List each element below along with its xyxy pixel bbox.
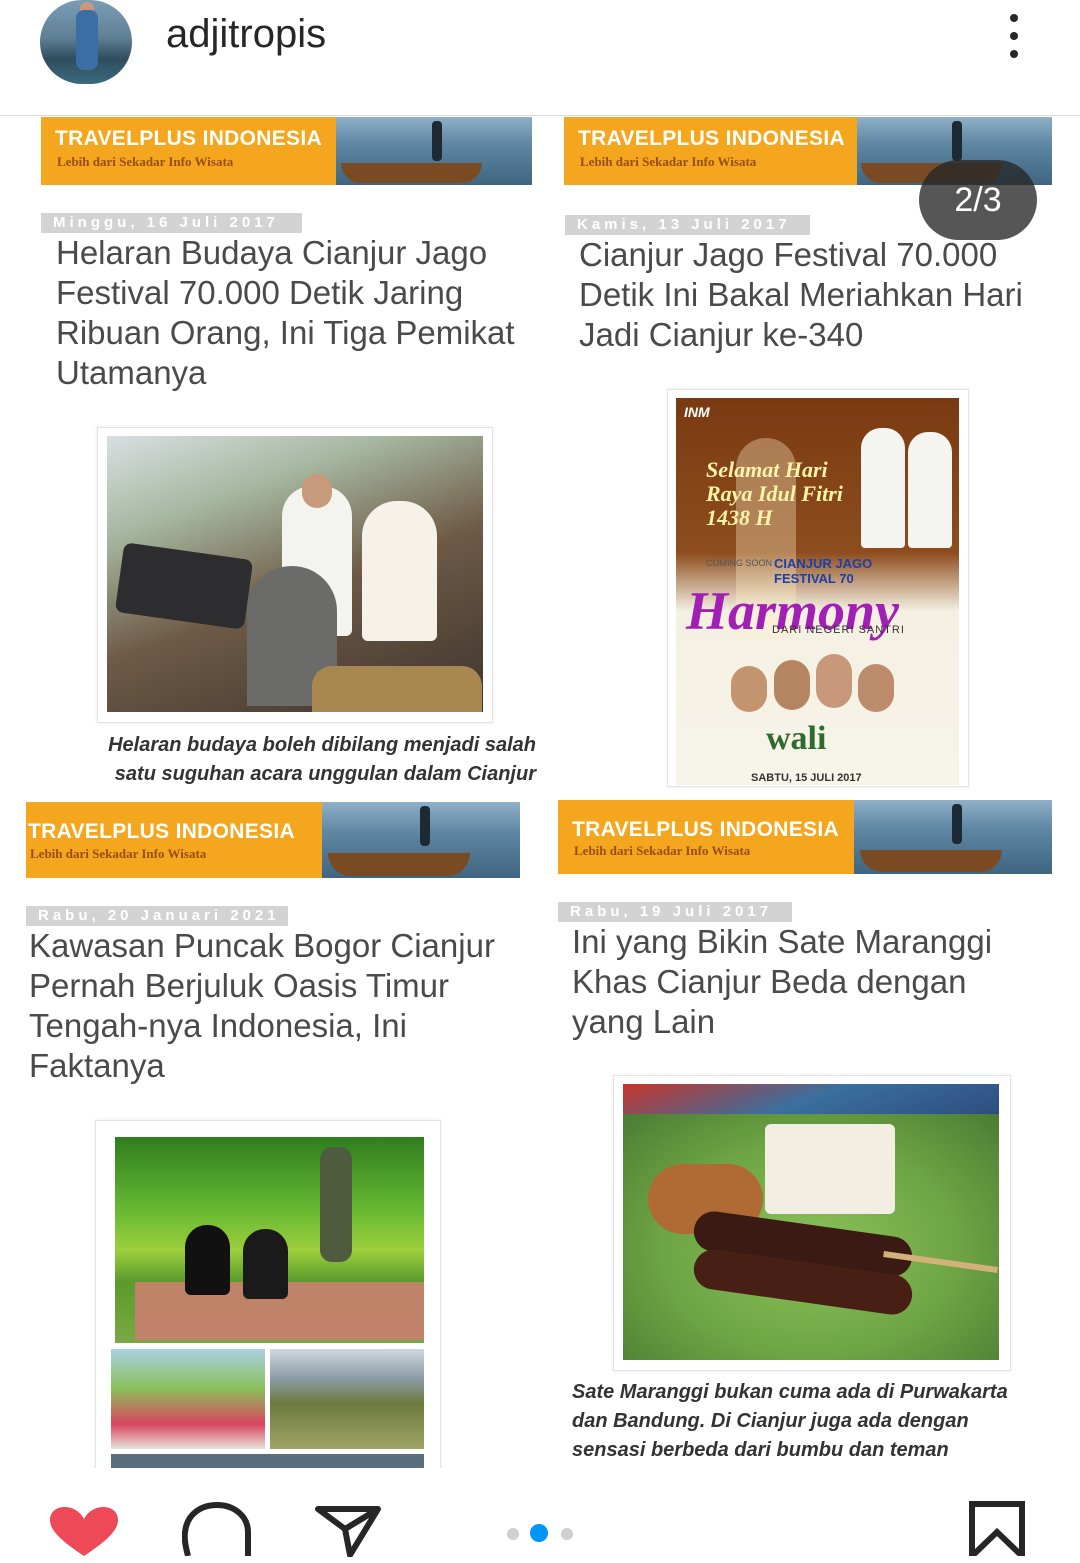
post-date: Rabu, 19 Juli 2017: [558, 902, 792, 922]
festival-poster: INM Selamat Hari Raya Idul Fitri 1438 H …: [676, 398, 959, 785]
banner-subtitle: Lebih dari Sekadar Info Wisata: [57, 154, 234, 169]
share-icon[interactable]: [315, 1505, 381, 1562]
post-header: adjitropis: [0, 0, 1080, 116]
banner-title: TRAVELPLUS INDONESIA: [572, 818, 839, 841]
poster-greeting: Selamat Hari Raya Idul Fitri 1438 H: [706, 457, 843, 530]
sate-photo: [623, 1084, 999, 1360]
post-date: Kamis, 13 Juli 2017: [565, 215, 810, 235]
carousel-dot: [507, 1528, 519, 1540]
post-title: Kawasan Puncak Bogor Cianjur Pernah Berj…: [29, 927, 495, 1084]
garden-photo: [111, 1349, 265, 1449]
comment-icon[interactable]: [181, 1501, 252, 1561]
post-title: Helaran Budaya Cianjur Jago Festival 70.…: [56, 234, 515, 391]
banner-subtitle: Lebih dari Sekadar Info Wisata: [580, 154, 757, 169]
avatar[interactable]: [40, 0, 132, 84]
banner-1: TRAVELPLUS INDONESIA Lebih dari Sekadar …: [41, 117, 532, 185]
carousel-dot-active: [530, 1524, 548, 1542]
carousel-dot: [561, 1528, 573, 1540]
banner-3: TRAVELPLUS INDONESIA Lebih dari Sekadar …: [26, 802, 520, 878]
poster-coming-soon: COMING SOON: [706, 558, 773, 568]
banner-title: TRAVELPLUS INDONESIA: [578, 127, 845, 150]
puncak-photo: [115, 1137, 424, 1343]
post-date: Rabu, 20 Januari 2021: [26, 906, 288, 926]
post-caption: Sate Maranggi bukan cuma ada di Purwakar…: [572, 1381, 1008, 1461]
banner-title: TRAVELPLUS INDONESIA: [28, 820, 295, 843]
poster-subtitle: DARI NEGERI SANTRI: [772, 624, 905, 636]
post-title: Ini yang Bikin Sate Maranggi Khas Cianju…: [572, 923, 993, 1040]
more-options-icon[interactable]: [1000, 14, 1028, 66]
mountain-photo: [270, 1349, 424, 1449]
bookmark-icon[interactable]: [968, 1500, 1026, 1563]
post-date: Minggu, 16 Juli 2017: [41, 213, 302, 233]
banner-title: TRAVELPLUS INDONESIA: [55, 127, 322, 150]
poster-footer: SABTU, 15 JULI 2017: [751, 772, 862, 784]
banner-4: TRAVELPLUS INDONESIA Lebih dari Sekadar …: [558, 800, 1052, 874]
poster-band: wali: [766, 720, 827, 757]
action-bar: [0, 1468, 1080, 1556]
poster-logo: INM: [684, 404, 710, 420]
like-heart-icon[interactable]: [48, 1506, 120, 1563]
extra-photo: [111, 1454, 424, 1468]
banner-subtitle: Lebih dari Sekadar Info Wisata: [30, 846, 207, 861]
banner-subtitle: Lebih dari Sekadar Info Wisata: [574, 843, 751, 858]
post-caption: Helaran budaya boleh dibilang menjadi sa…: [108, 734, 536, 785]
carousel-counter: 2/3: [919, 160, 1037, 240]
username[interactable]: adjitropis: [166, 12, 326, 57]
post-title: Cianjur Jago Festival 70.000 Detik Ini B…: [579, 236, 1023, 353]
festival-photo: [107, 436, 483, 712]
